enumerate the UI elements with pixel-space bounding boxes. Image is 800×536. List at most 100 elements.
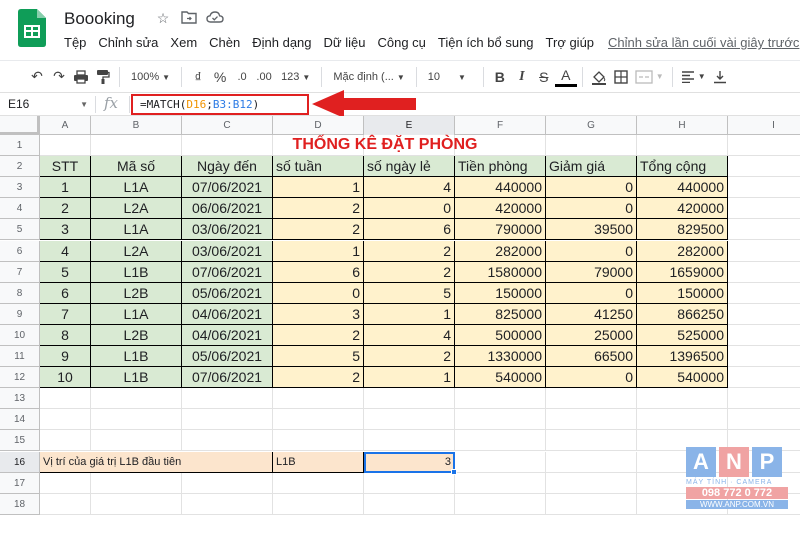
table-data-cell[interactable]: 66500 [546,346,637,368]
table-data-cell[interactable]: L1A [91,219,182,241]
table-data-cell[interactable]: 282000 [455,240,546,262]
table-data-cell[interactable]: 0 [546,240,637,262]
grid-cell[interactable] [455,388,546,410]
menu-edit[interactable]: Chỉnh sửa [92,35,164,50]
table-header-cell[interactable]: Mã số [91,156,182,178]
grid-cell[interactable] [182,388,273,410]
table-data-cell[interactable]: 10 [40,367,91,389]
strikethrough-button[interactable]: S [533,65,555,89]
table-data-cell[interactable]: 825000 [455,303,546,325]
table-data-cell[interactable]: 540000 [637,367,728,389]
grid-cell[interactable] [273,472,364,494]
grid-cell[interactable] [364,493,455,515]
currency-format-button[interactable]: ₫ [187,65,209,89]
grid-cell[interactable] [182,409,273,431]
menu-help[interactable]: Trợ giúp [540,35,601,50]
table-data-cell[interactable]: L1B [91,346,182,368]
redo-icon[interactable]: ↷ [48,65,70,89]
undo-icon[interactable]: ↶ [26,65,48,89]
grid-cell[interactable] [728,219,800,241]
grid-cell[interactable] [182,493,273,515]
grid-cell[interactable] [273,388,364,410]
row-header-9[interactable]: 9 [0,303,40,325]
table-data-cell[interactable]: L1B [91,261,182,283]
grid-cell[interactable] [728,367,800,389]
table-data-cell[interactable]: 7 [40,303,91,325]
row-header-1[interactable]: 1 [0,135,40,157]
table-data-cell[interactable]: 05/06/2021 [182,282,273,304]
row-header-8[interactable]: 8 [0,282,40,304]
grid-cell[interactable] [364,388,455,410]
lookup-label-cell[interactable]: Vị trí của giá trị L1B đầu tiên [40,451,273,473]
column-header-b[interactable]: B [91,116,182,135]
table-data-cell[interactable]: 2 [273,198,364,220]
grid-cell[interactable] [364,409,455,431]
table-data-cell[interactable]: 0 [546,367,637,389]
table-data-cell[interactable]: 540000 [455,367,546,389]
column-header-d[interactable]: D [273,116,364,135]
table-data-cell[interactable]: 440000 [455,177,546,199]
fill-handle[interactable] [451,468,457,475]
table-data-cell[interactable]: 1580000 [455,261,546,283]
more-formats-select[interactable]: 123 ▼ [275,71,316,83]
font-select[interactable]: Mặc định (... ▼ [327,71,410,83]
table-data-cell[interactable]: L2A [91,240,182,262]
grid-cell[interactable] [728,388,800,410]
table-data-cell[interactable]: 0 [273,282,364,304]
lookup-value-cell[interactable]: L1B [273,451,364,473]
grid-cell[interactable] [546,430,637,452]
table-data-cell[interactable]: 6 [40,282,91,304]
column-header-i[interactable]: I [728,116,800,135]
grid-cell[interactable] [728,177,800,199]
sheets-logo-icon[interactable] [18,9,46,47]
grid-cell[interactable] [40,493,91,515]
grid-cell[interactable] [728,135,800,157]
grid-cell[interactable] [728,156,800,178]
table-data-cell[interactable]: 500000 [455,324,546,346]
table-data-cell[interactable]: L1A [91,303,182,325]
row-header-15[interactable]: 15 [0,430,40,452]
grid-cell[interactable] [637,135,728,157]
grid-cell[interactable] [40,472,91,494]
grid-cell[interactable] [91,135,182,157]
row-header-7[interactable]: 7 [0,261,40,283]
table-data-cell[interactable]: 0 [364,198,455,220]
row-header-6[interactable]: 6 [0,240,40,262]
table-data-cell[interactable]: 2 [364,240,455,262]
table-data-cell[interactable]: 420000 [455,198,546,220]
column-header-a[interactable]: A [40,116,91,135]
table-data-cell[interactable]: 05/06/2021 [182,346,273,368]
grid-cell[interactable] [40,388,91,410]
zoom-select[interactable]: 100% ▼ [125,71,176,83]
table-data-cell[interactable]: 2 [273,367,364,389]
table-data-cell[interactable]: 2 [273,219,364,241]
table-data-cell[interactable]: 4 [40,240,91,262]
grid-cell[interactable] [91,409,182,431]
table-data-cell[interactable]: 1 [273,240,364,262]
row-header-4[interactable]: 4 [0,198,40,220]
grid-cell[interactable] [546,388,637,410]
table-data-cell[interactable]: 5 [273,346,364,368]
table-data-cell[interactable]: 5 [40,261,91,283]
name-box[interactable]: E16 ▼ [4,95,90,114]
table-data-cell[interactable]: 1 [40,177,91,199]
last-edit-link[interactable]: Chỉnh sửa lần cuối vài giây trước [608,35,799,50]
table-header-cell[interactable]: Tiền phòng [455,156,546,178]
table-data-cell[interactable]: 282000 [637,240,728,262]
text-color-button[interactable]: A [554,67,577,87]
table-data-cell[interactable]: 0 [546,177,637,199]
menu-format[interactable]: Định dạng [246,35,317,50]
table-data-cell[interactable]: 1 [364,303,455,325]
table-data-cell[interactable]: 525000 [637,324,728,346]
table-data-cell[interactable]: 07/06/2021 [182,261,273,283]
grid-cell[interactable] [40,430,91,452]
table-data-cell[interactable]: 790000 [455,219,546,241]
grid-cell[interactable] [455,472,546,494]
table-data-cell[interactable]: 4 [364,324,455,346]
table-data-cell[interactable]: 2 [40,198,91,220]
table-header-cell[interactable]: số ngày lẻ [364,156,455,178]
grid-cell[interactable] [728,304,800,325]
table-data-cell[interactable]: 150000 [637,282,728,304]
grid-cell[interactable] [728,346,800,368]
horizontal-align-icon[interactable]: ▼ [678,65,709,89]
